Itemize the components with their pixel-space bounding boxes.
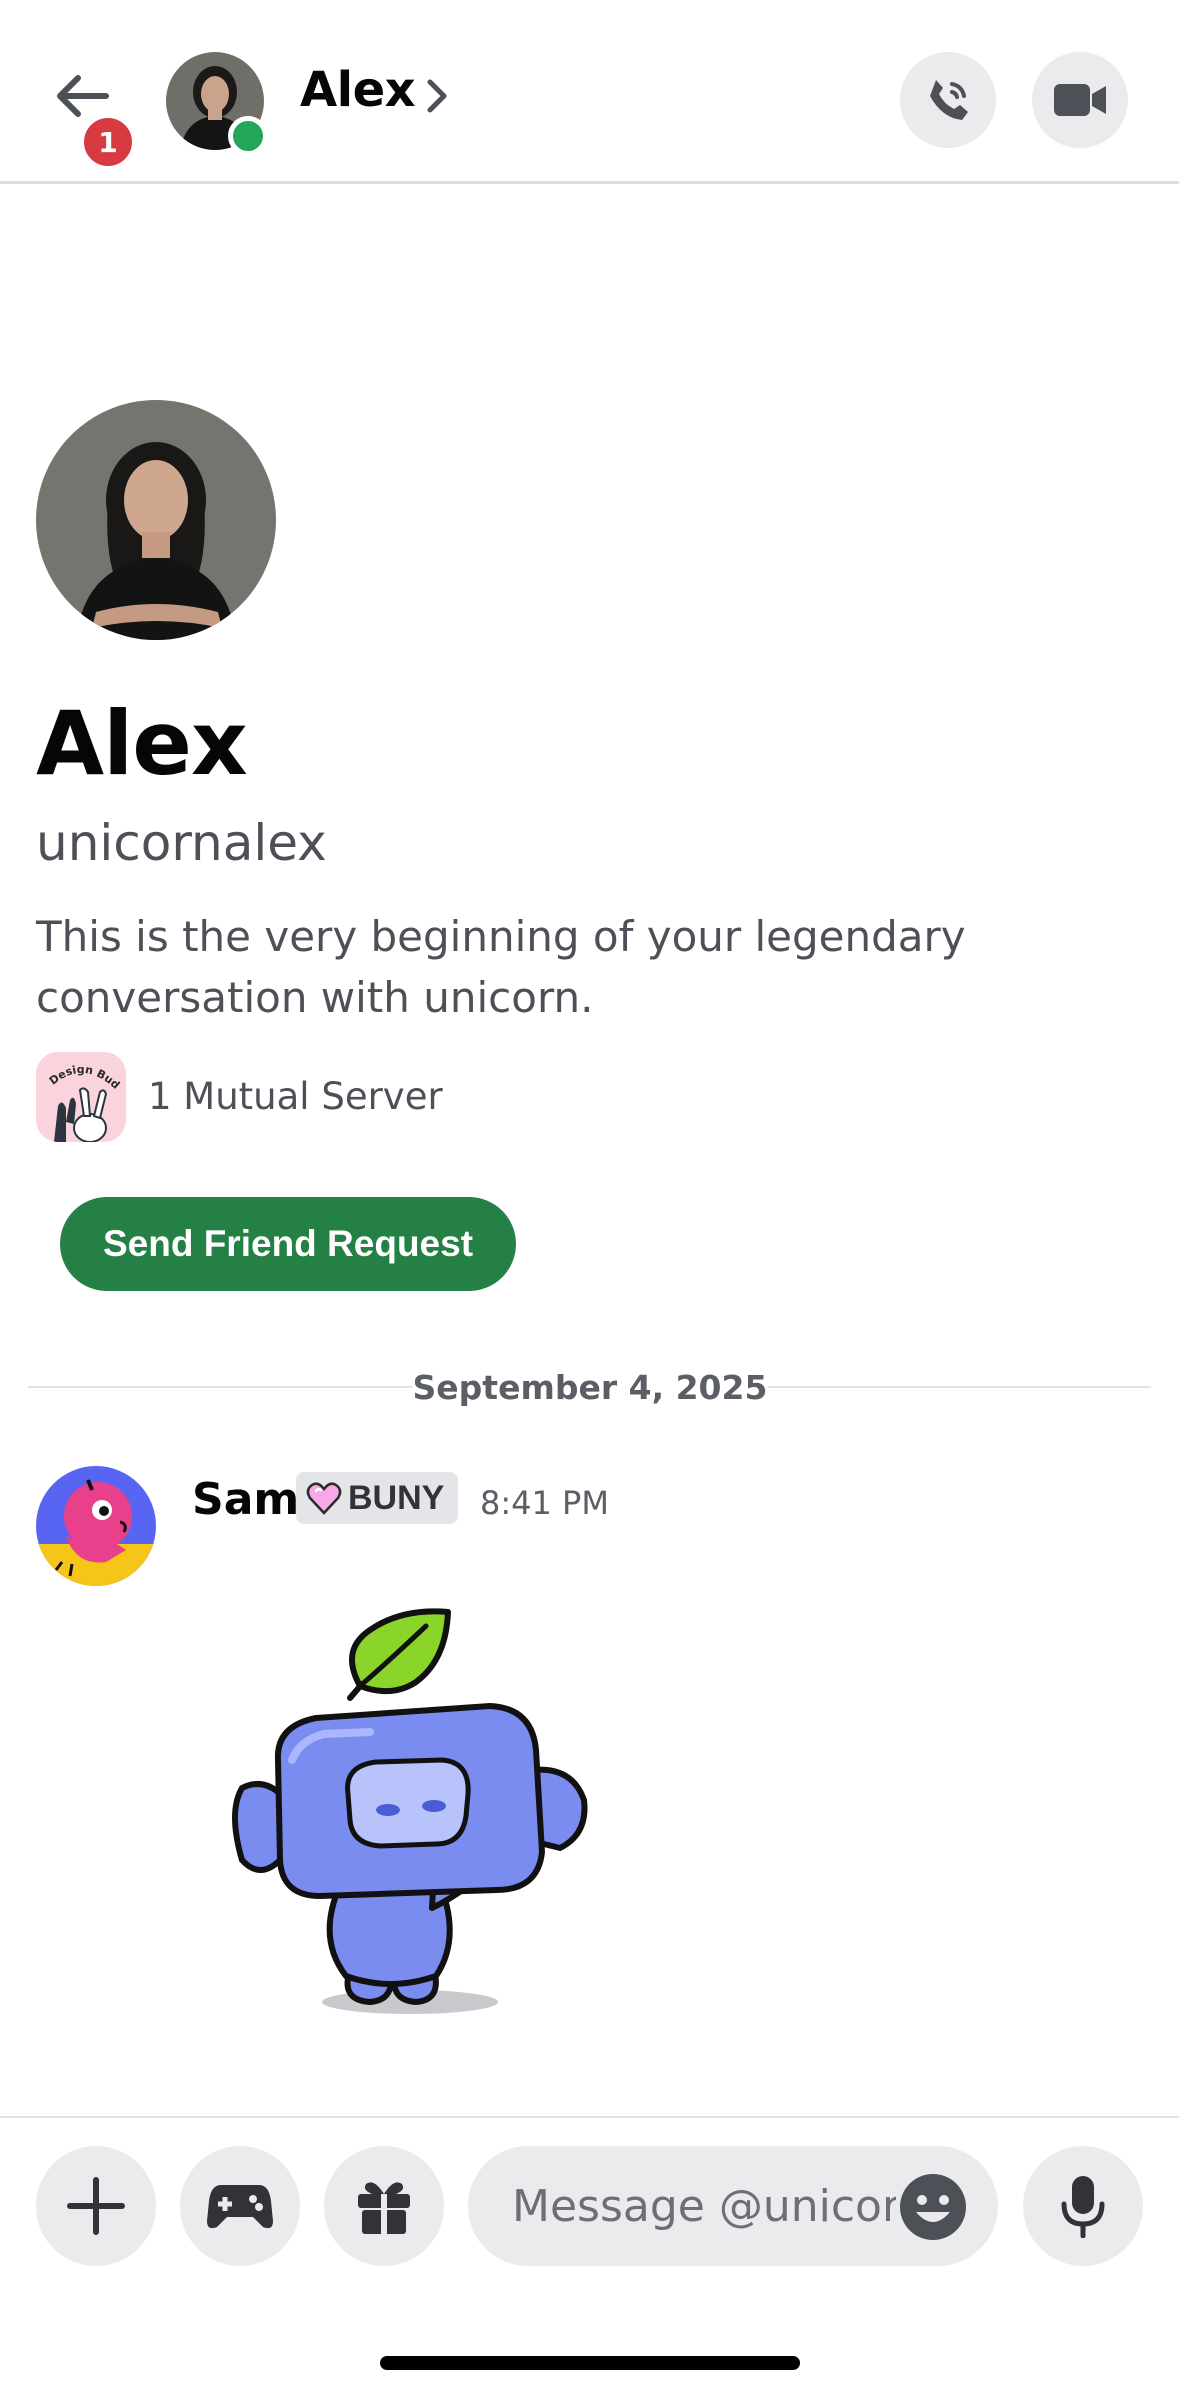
video-call-button[interactable] xyxy=(1032,52,1128,148)
divider-line xyxy=(768,1386,1151,1388)
message-author-avatar[interactable] xyxy=(36,1466,156,1586)
activities-button[interactable] xyxy=(180,2146,300,2266)
message-author-name[interactable]: Sam xyxy=(192,1474,299,1525)
voice-message-button[interactable] xyxy=(1023,2146,1143,2266)
microphone-icon xyxy=(1061,2176,1105,2238)
date-divider: September 4, 2025 xyxy=(412,1368,768,1407)
profile-display-name: Alex xyxy=(36,692,248,795)
profile-username: unicornalex xyxy=(36,814,327,872)
message-timestamp: 8:41 PM xyxy=(480,1484,609,1522)
header-name[interactable]: Alex xyxy=(300,62,416,118)
gift-icon xyxy=(358,2182,410,2234)
smiley-icon xyxy=(916,2195,950,2222)
attach-button[interactable] xyxy=(36,2146,156,2266)
phone-call-icon xyxy=(930,80,968,120)
game-controller-icon xyxy=(207,2185,273,2229)
leaf-icon xyxy=(347,1608,451,1701)
plus-icon xyxy=(67,2177,125,2235)
gift-button[interactable] xyxy=(324,2146,444,2266)
send-friend-request-button[interactable]: Send Friend Request xyxy=(60,1197,516,1291)
conversation-intro-text: This is the very beginning of your legen… xyxy=(36,912,966,1022)
profile-avatar[interactable] xyxy=(36,400,276,640)
chevron-right-icon[interactable] xyxy=(424,76,450,116)
emoji-button[interactable] xyxy=(900,2174,966,2240)
unread-badge: 1 xyxy=(80,114,136,170)
wumpus-sticker[interactable] xyxy=(220,1590,620,2030)
home-indicator xyxy=(380,2356,800,2370)
mutual-servers-label[interactable]: 1 Mutual Server xyxy=(148,1075,443,1118)
server-tag-label: BUNY xyxy=(348,1478,445,1517)
composer-divider xyxy=(0,2116,1179,2118)
message-input[interactable] xyxy=(510,2179,898,2233)
divider-line xyxy=(28,1386,412,1388)
online-status-icon xyxy=(228,116,268,156)
pink-heart-icon xyxy=(306,1482,342,1515)
voice-call-button[interactable] xyxy=(900,52,996,148)
video-camera-icon xyxy=(1054,84,1106,116)
mutual-server-icon[interactable]: Design Buddies xyxy=(36,1052,126,1142)
back-arrow-icon xyxy=(57,75,109,117)
server-tag[interactable]: BUNY xyxy=(296,1472,459,1524)
